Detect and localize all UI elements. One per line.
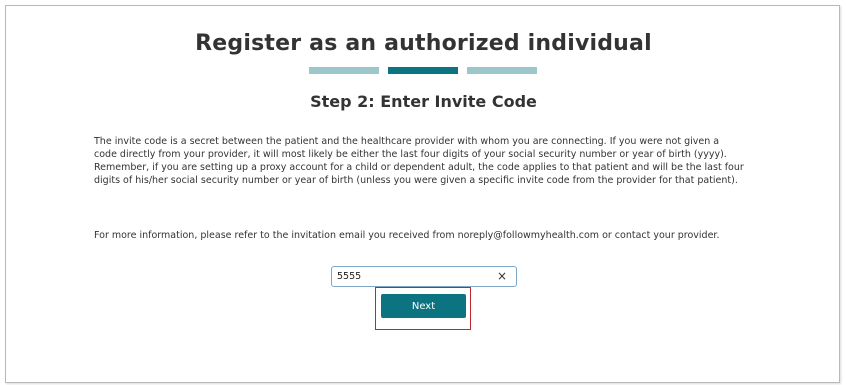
page-title: Register as an authorized individual: [195, 31, 652, 56]
progress-step-2: [388, 67, 458, 74]
next-button[interactable]: Next: [381, 294, 466, 318]
invite-code-explanation: The invite code is a secret between the …: [94, 136, 744, 186]
invite-code-input[interactable]: [332, 267, 487, 286]
progress-step-1: [309, 67, 379, 74]
step-progress-bar: [309, 67, 537, 74]
invite-code-field: ×: [331, 266, 517, 287]
step-title: Step 2: Enter Invite Code: [310, 92, 537, 111]
clear-icon[interactable]: ×: [496, 270, 508, 283]
progress-step-3: [467, 67, 537, 74]
registration-panel: Register as an authorized individual Ste…: [5, 5, 840, 383]
more-info-text: For more information, please refer to th…: [94, 230, 720, 241]
